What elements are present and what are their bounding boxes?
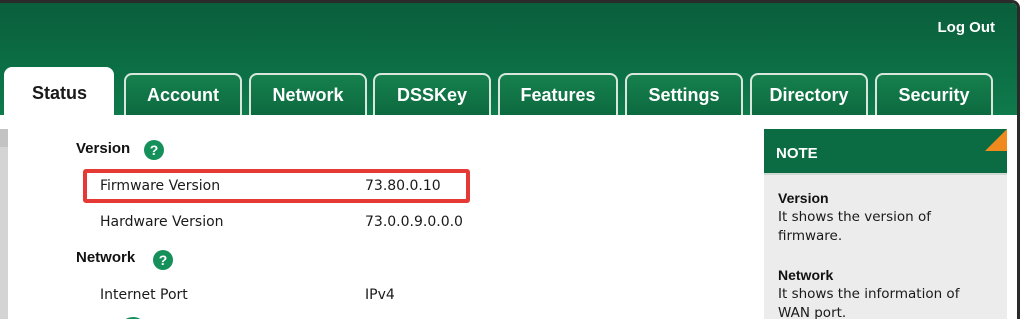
note-version-text: It shows the version of firmware. [778,209,931,244]
note-panel: NOTE Version It shows the version of fir… [764,129,1007,319]
tab-directory[interactable]: Directory [750,73,868,115]
tab-account[interactable]: Account [124,73,242,115]
firmware-version-value: 73.80.0.10 [365,178,441,194]
note-network-heading: Network [778,267,834,283]
tab-network[interactable]: Network [249,73,367,115]
note-corner-fold-icon [985,129,1007,151]
tab-features[interactable]: Features [498,73,618,115]
note-title: NOTE [776,145,818,162]
network-section-title: Network [76,249,136,266]
tab-settings[interactable]: Settings [625,73,743,115]
hardware-version-value: 73.0.0.9.0.0.0 [365,214,463,230]
note-header: NOTE [764,129,1007,175]
tab-status[interactable]: Status [4,67,114,117]
version-section-title: Version [76,140,131,157]
left-scroll-strip[interactable] [0,129,8,319]
note-network-text: It shows the information of WAN port. [778,286,960,319]
network-help-icon[interactable]: ? [153,250,173,270]
tab-security[interactable]: Security [875,73,993,115]
note-version-heading: Version [778,190,829,206]
firmware-version-label: Firmware Version [100,178,221,194]
main-tabs: Status Account Network DSSKey Features S… [0,3,1017,117]
hardware-version-label: Hardware Version [100,214,224,230]
left-strip-top [0,129,8,147]
internet-port-value: IPv4 [365,287,395,303]
internet-port-label: Internet Port [100,287,188,303]
tab-dsskey[interactable]: DSSKey [373,73,491,115]
web-ui-frame: Log Out Status Account Network DSSKey Fe… [0,0,1020,319]
version-help-icon[interactable]: ? [144,140,164,160]
